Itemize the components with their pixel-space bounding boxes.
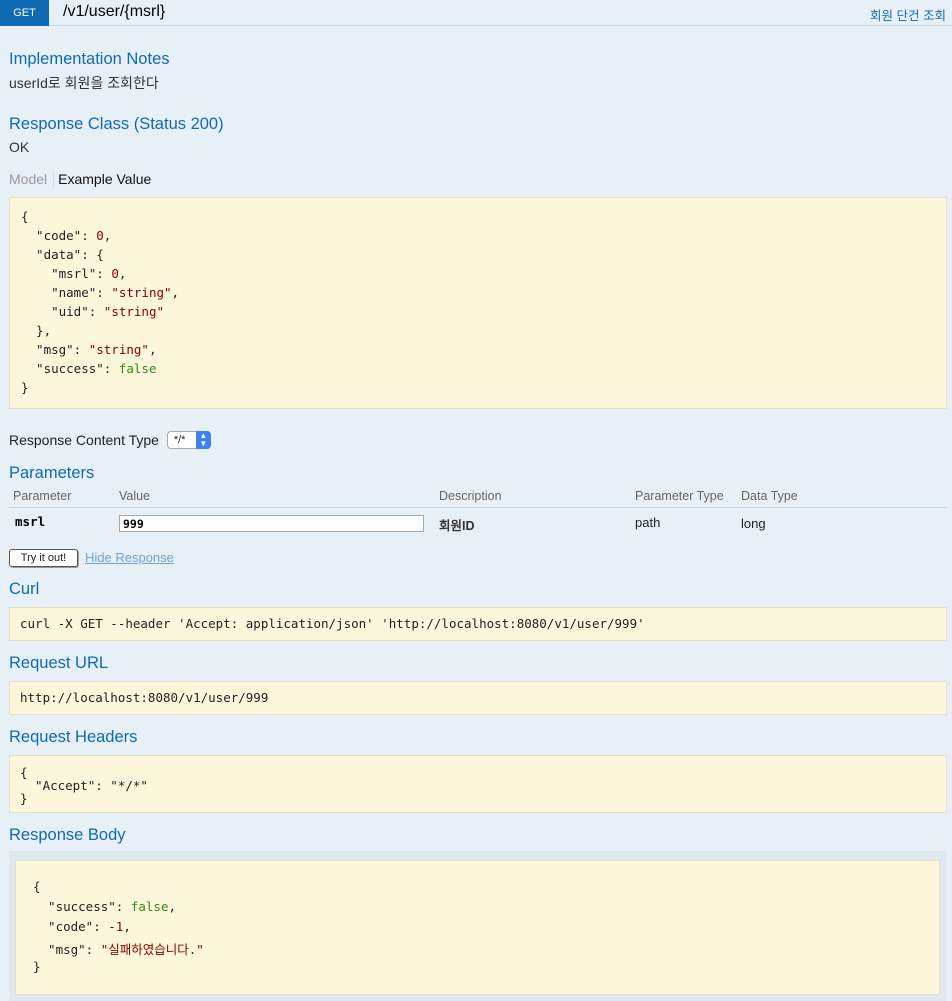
code-token: }: [20, 791, 28, 806]
code-token: false: [130, 899, 169, 914]
response-content-type: Response Content Type */* ▲ ▼: [9, 431, 211, 450]
code-token: "data": {: [21, 247, 104, 262]
code-token: ,: [148, 342, 157, 357]
content-type-value: */*: [173, 434, 186, 447]
http-method-badge[interactable]: GET: [0, 0, 49, 26]
code-token: "code":: [21, 228, 97, 243]
code-token: },: [21, 323, 52, 338]
body-line: "msg": "실패하였습니다.": [33, 939, 204, 958]
table-divider: [9, 507, 947, 508]
response-status-text: OK: [9, 139, 30, 155]
model-tabs: Model Example Value: [9, 171, 151, 187]
column-header-parameter-type: Parameter Type: [635, 489, 724, 503]
code-token: "code":: [33, 919, 109, 934]
code-token: ,: [171, 285, 180, 300]
operation-summary-link[interactable]: 회원 단건 조회: [870, 5, 946, 24]
code-token: {: [21, 209, 29, 224]
response-body-code: { "success": false, "code": -1, "msg": "…: [15, 860, 940, 995]
curl-command: curl -X GET --header 'Accept: applicatio…: [20, 616, 645, 631]
column-header-parameter: Parameter: [13, 489, 72, 503]
implementation-notes-heading: Implementation Notes: [9, 50, 170, 68]
example-line: "success": false: [21, 361, 156, 376]
content-type-select[interactable]: */* ▲ ▼: [166, 431, 211, 450]
code-token: "Accept": "*/*": [20, 778, 148, 793]
example-line: {: [21, 209, 29, 224]
example-line: "data": {: [21, 247, 104, 262]
code-token: false: [118, 361, 157, 376]
headers-line: "Accept": "*/*": [20, 778, 148, 793]
curl-heading: Curl: [9, 580, 40, 598]
request-headers-code: { "Accept": "*/*"}: [9, 755, 947, 813]
column-header-data-type: Data Type: [741, 489, 798, 503]
code-token: ,: [123, 919, 131, 934]
code-token: "string": [111, 285, 172, 300]
code-token: "success":: [33, 899, 131, 914]
code-token: }: [33, 959, 41, 974]
code-token: "uid":: [21, 304, 104, 319]
request-url-heading: Request URL: [9, 654, 109, 672]
select-arrows-icon: ▲ ▼: [195, 431, 211, 450]
endpoint-path[interactable]: /v1/user/{msrl}: [63, 3, 165, 21]
implementation-notes-text: userId로 회원을 조회한다: [9, 75, 159, 91]
code-token: 0: [96, 228, 104, 243]
example-line: "msg": "string",: [21, 342, 156, 357]
example-line: "uid": "string": [21, 304, 164, 319]
param-description: 회원ID: [439, 519, 475, 533]
code-token: "msrl":: [21, 266, 112, 281]
msrl-value-input[interactable]: [119, 515, 424, 532]
example-line: },: [21, 323, 51, 338]
code-token: "msg":: [21, 342, 89, 357]
param-type: path: [635, 515, 661, 530]
request-headers-heading: Request Headers: [9, 728, 138, 746]
tab-example-value[interactable]: Example Value: [54, 171, 151, 187]
example-line: "name": "string",: [21, 285, 179, 300]
headers-line: }: [20, 791, 28, 806]
code-token: -1: [108, 919, 124, 934]
body-line: }: [33, 959, 41, 974]
code-token: "string": [103, 304, 165, 319]
example-line: "msrl": 0,: [21, 266, 126, 281]
code-token: ,: [168, 899, 177, 914]
example-line: "code": 0,: [21, 228, 111, 243]
request-url-box: http://localhost:8080/v1/user/999: [9, 681, 947, 715]
body-line: {: [33, 879, 41, 894]
code-token: "msg":: [33, 942, 101, 957]
hide-response-link[interactable]: Hide Response: [85, 550, 174, 565]
response-class-heading: Response Class (Status 200): [9, 115, 224, 133]
body-line: "code": -1,: [33, 919, 131, 934]
curl-command-box: curl -X GET --header 'Accept: applicatio…: [9, 607, 947, 641]
body-line: "success": false,: [33, 899, 176, 914]
code-token: ,: [118, 266, 127, 281]
param-name: msrl: [15, 514, 46, 529]
code-token: }: [21, 380, 29, 395]
response-body-heading: Response Body: [9, 826, 126, 844]
column-header-description: Description: [439, 489, 502, 503]
content-type-label: Response Content Type: [9, 432, 159, 448]
code-token: "success":: [21, 361, 119, 376]
code-token: "실패하였습니다.": [100, 942, 204, 957]
code-token: ,: [103, 228, 112, 243]
code-token: {: [33, 879, 41, 894]
example-value-code: { "code": 0, "data": { "msrl": 0, "name"…: [9, 197, 947, 409]
parameters-heading: Parameters: [9, 464, 95, 482]
operation-heading[interactable]: GET /v1/user/{msrl} 회원 단건 조회: [0, 0, 952, 26]
example-line: }: [21, 380, 29, 395]
request-url: http://localhost:8080/v1/user/999: [20, 690, 269, 705]
code-token: "name":: [21, 285, 112, 300]
param-data-type: long: [741, 516, 766, 531]
tab-model[interactable]: Model: [9, 171, 55, 187]
try-it-out-button[interactable]: Try it out!: [9, 549, 78, 567]
code-token: 0: [111, 266, 119, 281]
response-body-container: { "success": false, "code": -1, "msg": "…: [9, 851, 947, 1001]
code-token: "string": [88, 342, 149, 357]
column-header-value: Value: [119, 489, 151, 503]
